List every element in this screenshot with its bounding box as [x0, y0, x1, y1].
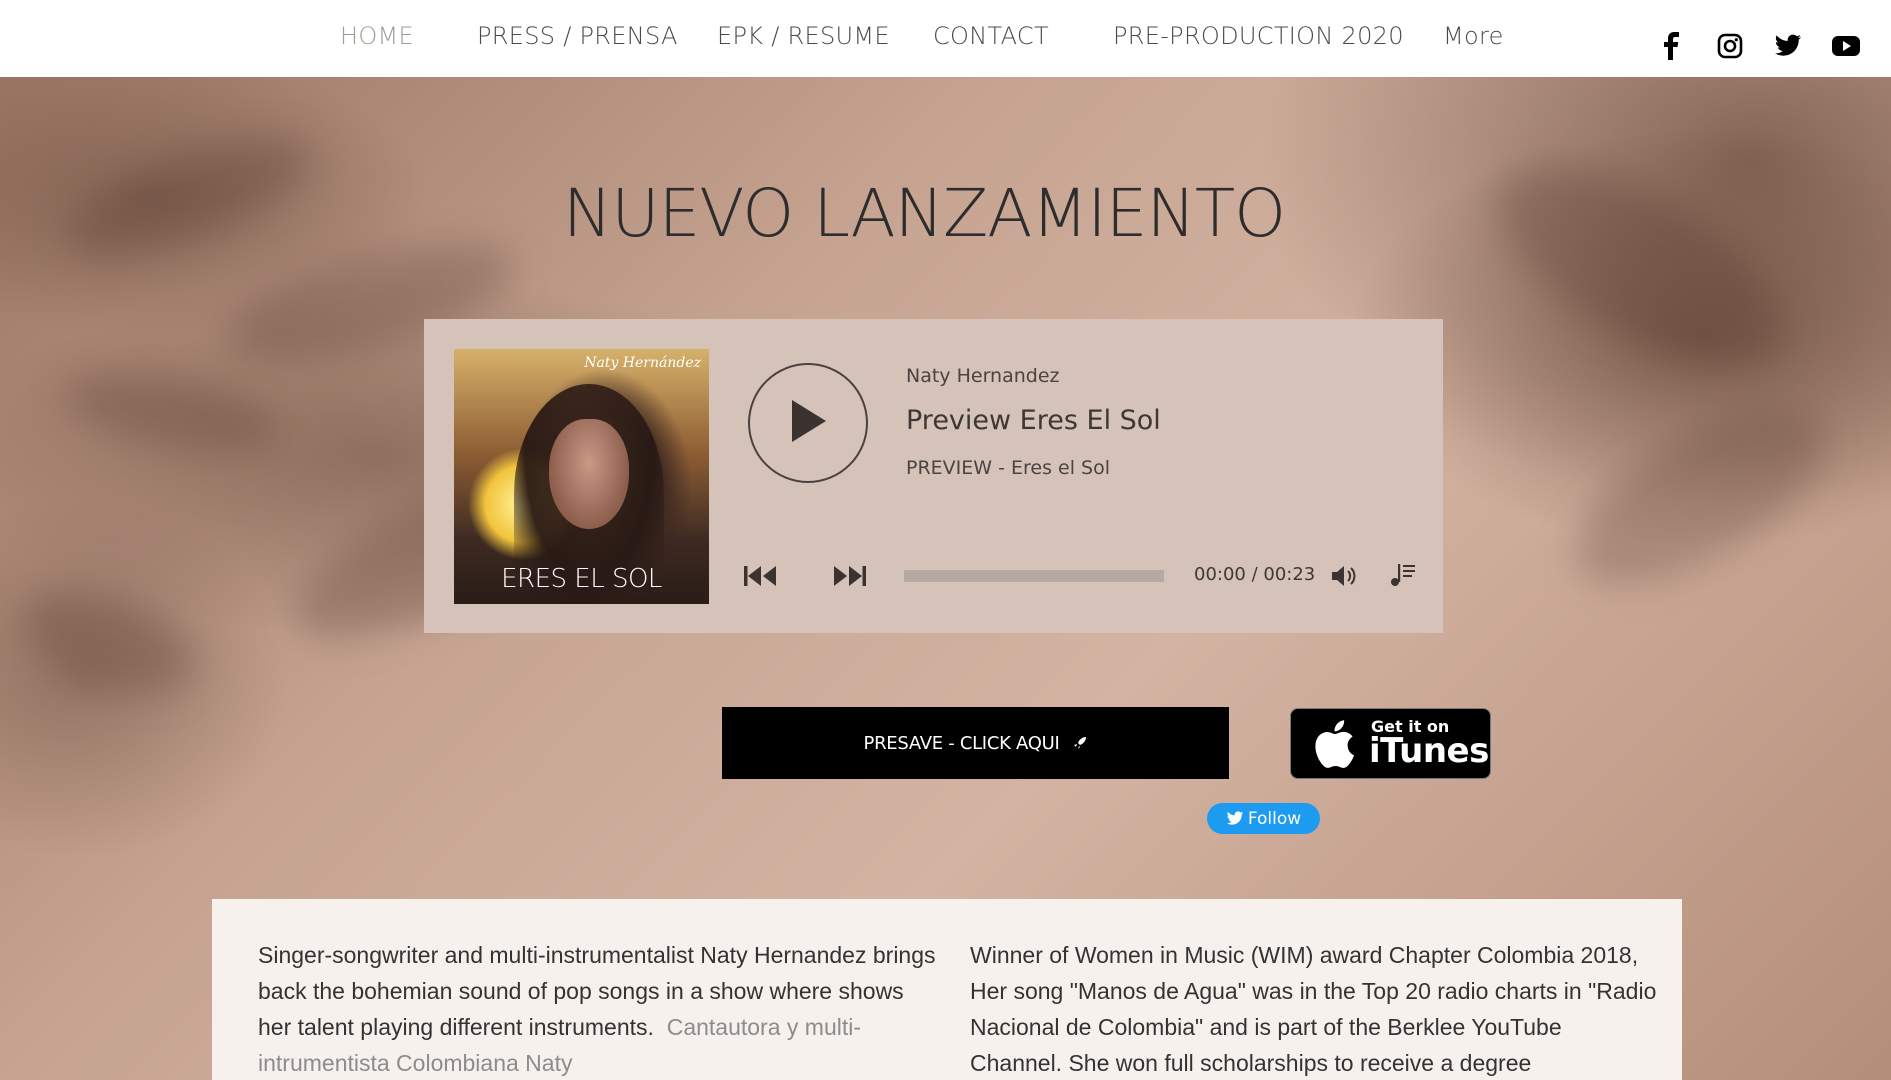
volume-icon — [1332, 566, 1356, 586]
play-button[interactable] — [748, 363, 868, 483]
skip-back-icon — [744, 566, 776, 586]
presave-button[interactable]: PRESAVE - CLICK AQUI — [722, 707, 1229, 779]
audio-player: Naty Hernández ERES EL SOL Naty Hernande… — [424, 319, 1443, 633]
twitter-bird-icon — [1226, 811, 1244, 826]
nav-item-contact[interactable]: CONTACT — [933, 22, 1049, 50]
youtube-icon[interactable] — [1830, 30, 1862, 62]
instagram-icon[interactable] — [1714, 30, 1746, 62]
nav-item-epk[interactable]: EPK / RESUME — [717, 22, 890, 50]
twitter-follow-button[interactable]: Follow — [1207, 803, 1320, 834]
nav-item-more[interactable]: More — [1443, 22, 1504, 50]
about-column-left: Singer-songwriter and multi-instrumental… — [258, 937, 938, 1080]
cover-title: ERES EL SOL — [501, 564, 662, 594]
twitter-icon[interactable] — [1772, 30, 1804, 62]
nav-item-home[interactable]: HOME — [340, 22, 414, 50]
follow-label: Follow — [1247, 808, 1302, 829]
playlist-icon — [1391, 564, 1415, 586]
next-track-button[interactable] — [830, 562, 868, 590]
track-artist: Naty Hernandez — [906, 365, 1060, 387]
about-column-right: Winner of Women in Music (WIM) award Cha… — [970, 942, 1657, 1076]
skip-forward-icon — [834, 566, 866, 586]
presave-label: PRESAVE - CLICK AQUI — [863, 732, 1060, 754]
cover-signature: Naty Hernández — [584, 355, 701, 371]
page-headline: NUEVO LANZAMIENTO — [562, 175, 1286, 252]
nav-item-preproduction[interactable]: PRE-PRODUCTION 2020 — [1113, 22, 1404, 50]
rocket-icon — [1073, 736, 1087, 750]
about-panel: Singer-songwriter and multi-instrumental… — [212, 899, 1682, 1080]
itunes-badge[interactable]: Get it on iTunes — [1290, 708, 1491, 779]
time-display: 00:00 / 00:23 — [1194, 564, 1316, 585]
apple-icon — [1313, 719, 1355, 773]
play-icon — [788, 398, 828, 448]
track-title: Preview Eres El Sol — [906, 405, 1161, 436]
facebook-icon[interactable] — [1656, 30, 1688, 62]
nav-item-press[interactable]: PRESS / PRENSA — [477, 22, 678, 50]
playlist-button[interactable] — [1388, 561, 1418, 589]
previous-track-button[interactable] — [742, 562, 780, 590]
album-cover: Naty Hernández ERES EL SOL — [454, 349, 709, 604]
top-navigation: HOME PRESS / PRENSA EPK / RESUME CONTACT… — [0, 0, 1891, 77]
volume-button[interactable] — [1330, 562, 1360, 590]
track-subtitle: PREVIEW - Eres el Sol — [906, 457, 1110, 479]
itunes-big-text: iTunes — [1369, 731, 1489, 771]
progress-bar[interactable] — [904, 570, 1164, 582]
